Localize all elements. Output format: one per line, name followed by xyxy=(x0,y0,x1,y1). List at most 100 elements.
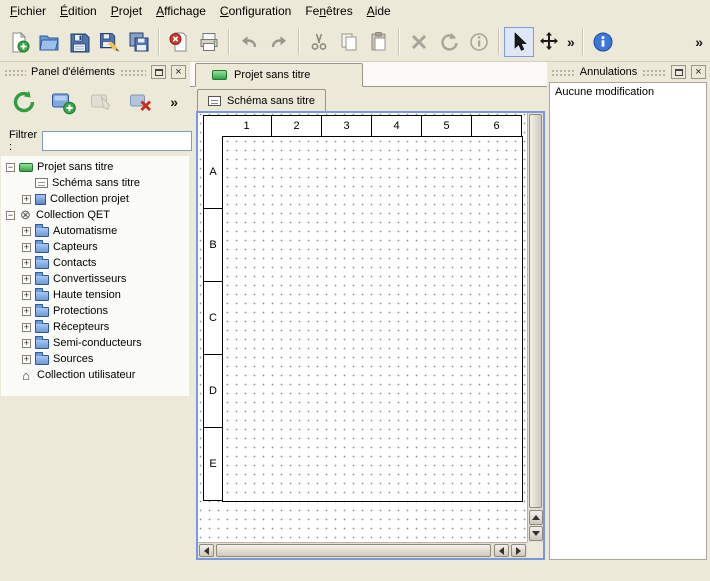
menu-item[interactable]: Fichier xyxy=(3,1,53,21)
collapse-icon[interactable]: − xyxy=(6,163,15,172)
elements-panel-title: Panel d'éléments xyxy=(31,66,115,78)
undo-dock-titlebar[interactable]: Annulations × xyxy=(549,64,708,80)
expand-icon[interactable]: + xyxy=(22,323,31,332)
collection-icon xyxy=(35,194,46,205)
collapse-icon[interactable]: − xyxy=(6,211,15,220)
about-button[interactable] xyxy=(588,27,618,57)
tree-item[interactable]: + Sources xyxy=(1,351,189,367)
edit-element-button[interactable] xyxy=(87,87,117,117)
tree-item[interactable]: +Capteurs xyxy=(1,239,189,255)
expand-icon[interactable]: + xyxy=(22,339,31,348)
column-header: 4 xyxy=(372,115,422,137)
scroll-up-button[interactable] xyxy=(529,510,543,525)
toolbar-extension-chevron[interactable]: » xyxy=(692,34,706,50)
copy-button[interactable] xyxy=(334,27,364,57)
column-header: 6 xyxy=(472,115,522,137)
expand-icon[interactable]: + xyxy=(22,227,31,236)
menu-item[interactable]: Édition xyxy=(53,1,104,21)
info-button[interactable] xyxy=(464,27,494,57)
menu-item[interactable]: Aide xyxy=(360,1,398,21)
dock-grip xyxy=(551,68,575,76)
folder-icon xyxy=(35,275,49,285)
toolbar-overflow-chevron[interactable]: » xyxy=(564,34,578,50)
row-header: C xyxy=(203,282,223,355)
scroll-right-icon xyxy=(516,547,521,555)
reload-collections-button[interactable] xyxy=(9,87,39,117)
reload-icon xyxy=(11,89,37,115)
toolbar-separator xyxy=(398,29,400,55)
new-element-button[interactable] xyxy=(48,87,78,117)
expand-icon[interactable]: + xyxy=(22,259,31,268)
paste-button[interactable] xyxy=(364,27,394,57)
delete-button[interactable] xyxy=(404,27,434,57)
save-all-button[interactable] xyxy=(124,27,154,57)
rotate-button[interactable] xyxy=(434,27,464,57)
tree-item[interactable]: +Convertisseurs xyxy=(1,271,189,287)
paste-icon xyxy=(368,31,390,53)
undo-button[interactable] xyxy=(234,27,264,57)
tree-item[interactable]: +Haute tension xyxy=(1,287,189,303)
application-window: FichierÉditionProjetAffichageConfigurati… xyxy=(0,0,710,581)
row-header: E xyxy=(203,428,223,501)
diagram-canvas[interactable]: 123456 ABCDE xyxy=(198,113,527,542)
horizontal-scrollbar[interactable] xyxy=(198,542,527,558)
menu-item[interactable]: Configuration xyxy=(213,1,298,21)
close-document-button[interactable] xyxy=(164,27,194,57)
expand-icon[interactable]: + xyxy=(22,355,31,364)
tab-diagram[interactable]: Schéma sans titre xyxy=(197,89,326,111)
dock-close-button[interactable]: × xyxy=(171,65,186,79)
undo-dock-title: Annulations xyxy=(580,66,638,78)
scroll-down-button[interactable] xyxy=(529,526,543,541)
cut-button[interactable] xyxy=(304,27,334,57)
float-icon xyxy=(675,69,683,76)
new-document-button[interactable] xyxy=(4,27,34,57)
delete-element-button[interactable] xyxy=(126,87,156,117)
expand-icon[interactable]: + xyxy=(22,243,31,252)
scroll-left-button-2[interactable] xyxy=(494,544,509,557)
vertical-scrollbar-thumb[interactable] xyxy=(529,114,542,508)
tree-item[interactable]: ⌂Collection utilisateur xyxy=(1,367,189,383)
scroll-left-button[interactable] xyxy=(199,544,214,557)
tree-item[interactable]: Schéma sans titre xyxy=(1,175,189,191)
tab-project[interactable]: Projet sans titre xyxy=(195,63,363,87)
save-as-button[interactable] xyxy=(94,27,124,57)
expand-icon[interactable]: + xyxy=(22,195,31,204)
tree-item[interactable]: + Automatisme xyxy=(1,223,189,239)
tree-item[interactable]: +Contacts xyxy=(1,255,189,271)
tree-item[interactable]: + Récepteurs xyxy=(1,319,189,335)
menu-item[interactable]: Fenêtres xyxy=(298,1,359,21)
tree-item[interactable]: +Protections xyxy=(1,303,189,319)
undo-list-item[interactable]: Aucune modification xyxy=(552,85,704,99)
dock-float-button[interactable] xyxy=(671,65,686,79)
horizontal-scrollbar-thumb[interactable] xyxy=(216,544,491,557)
move-button[interactable] xyxy=(534,27,564,57)
redo-button[interactable] xyxy=(264,27,294,57)
scroll-right-button[interactable] xyxy=(511,544,526,557)
menu-item[interactable]: Projet xyxy=(104,1,149,21)
tree-item-label: Automatisme xyxy=(53,225,117,237)
filter-input[interactable] xyxy=(42,131,192,151)
expand-icon[interactable]: + xyxy=(22,307,31,316)
print-button[interactable] xyxy=(194,27,224,57)
open-button[interactable] xyxy=(34,27,64,57)
tree-item[interactable]: + Collection projet xyxy=(1,191,189,207)
panel-toolbar-overflow-chevron[interactable]: » xyxy=(167,94,181,110)
tree-item-label: Collection projet xyxy=(50,193,129,205)
elements-panel-titlebar[interactable]: Panel d'éléments × xyxy=(2,64,188,80)
dock-float-button[interactable] xyxy=(151,65,166,79)
dock-close-button[interactable]: × xyxy=(691,65,706,79)
tree-item[interactable]: +Semi-conducteurs xyxy=(1,335,189,351)
save-button[interactable] xyxy=(64,27,94,57)
tree-item-label: Récepteurs xyxy=(53,321,109,333)
tree-item[interactable]: −⊗Collection QET xyxy=(1,207,189,223)
vertical-scrollbar[interactable] xyxy=(527,113,543,542)
column-header: 3 xyxy=(322,115,372,137)
expand-icon[interactable]: + xyxy=(22,275,31,284)
scroll-left-icon xyxy=(204,547,209,555)
select-pointer-button[interactable] xyxy=(504,27,534,57)
column-header: 1 xyxy=(222,115,272,137)
expand-icon[interactable]: + xyxy=(22,291,31,300)
tree-item[interactable]: −Projet sans titre xyxy=(1,159,189,175)
menu-item[interactable]: Affichage xyxy=(149,1,213,21)
tree-item-label: Sources xyxy=(53,353,93,365)
